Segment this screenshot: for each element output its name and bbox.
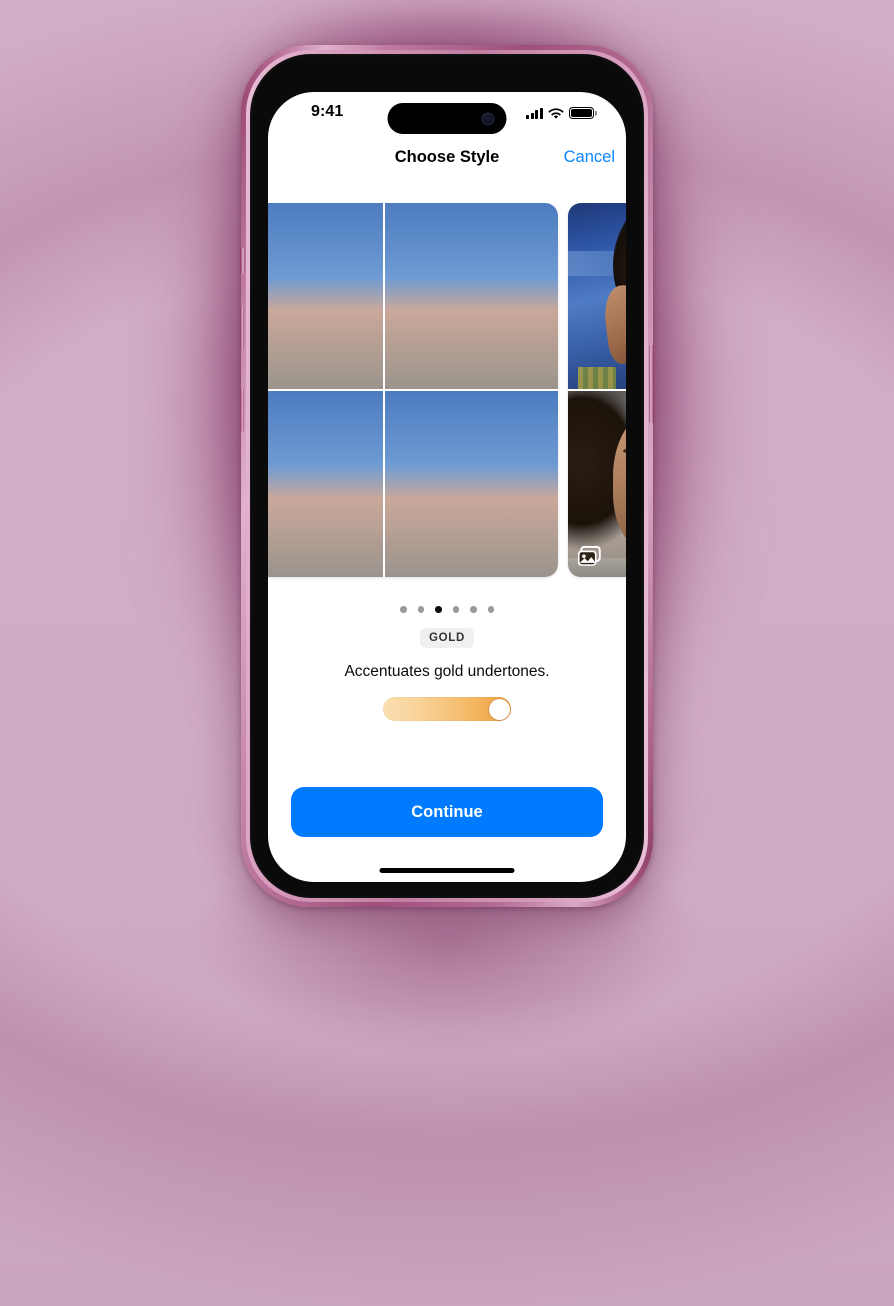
power-button[interactable] [649,345,654,423]
page-dot-active[interactable] [435,606,442,613]
page-dot[interactable] [400,606,407,613]
style-carousel[interactable] [268,203,626,581]
photo-closeup-portrait[interactable] [568,391,626,577]
action-button[interactable] [240,248,245,274]
footer-actions: Continue [268,787,626,837]
dynamic-island [387,103,507,134]
status-bar: 9:41 [268,92,626,136]
page-dot[interactable] [452,606,459,613]
status-bar-indicators [526,107,594,119]
battery-full-icon [569,107,594,119]
phone-screen: 9:41 Choose Style Cancel GOLD Accentuate… [268,92,626,882]
status-bar-clock: 9:41 [311,103,344,120]
style-card-previous[interactable] [268,203,558,577]
volume-down-button[interactable] [240,388,244,432]
page-dot[interactable] [470,606,477,613]
page-dot[interactable] [417,606,424,613]
slider-knob[interactable] [488,698,510,720]
photo-tile-peek [385,391,558,577]
volume-up-button[interactable] [240,306,244,350]
style-description: Accentuates gold undertones. [344,663,550,680]
continue-button[interactable]: Continue [291,787,603,837]
photo-sunglasses-blue-wall[interactable] [568,203,626,389]
intensity-slider[interactable] [383,697,511,721]
front-camera-icon [481,112,495,125]
photo-library-icon[interactable] [577,545,602,567]
carousel-page-dots[interactable] [268,606,626,613]
style-name-badge: GOLD [419,627,475,648]
photo-tile-peek [385,203,558,389]
style-badge-row: GOLD [268,627,626,648]
style-card-gold[interactable] [568,203,626,577]
home-indicator[interactable] [379,868,515,873]
navigation-bar: Choose Style Cancel [268,136,626,184]
cellular-bars-icon [526,108,543,119]
intensity-slider-container [268,697,626,721]
wifi-icon [548,107,564,119]
page-dot[interactable] [487,606,494,613]
photo-tile-peek [268,203,383,389]
carousel-track[interactable] [268,203,626,581]
cancel-button[interactable]: Cancel [564,148,615,167]
photo-tile-peek [268,391,383,577]
